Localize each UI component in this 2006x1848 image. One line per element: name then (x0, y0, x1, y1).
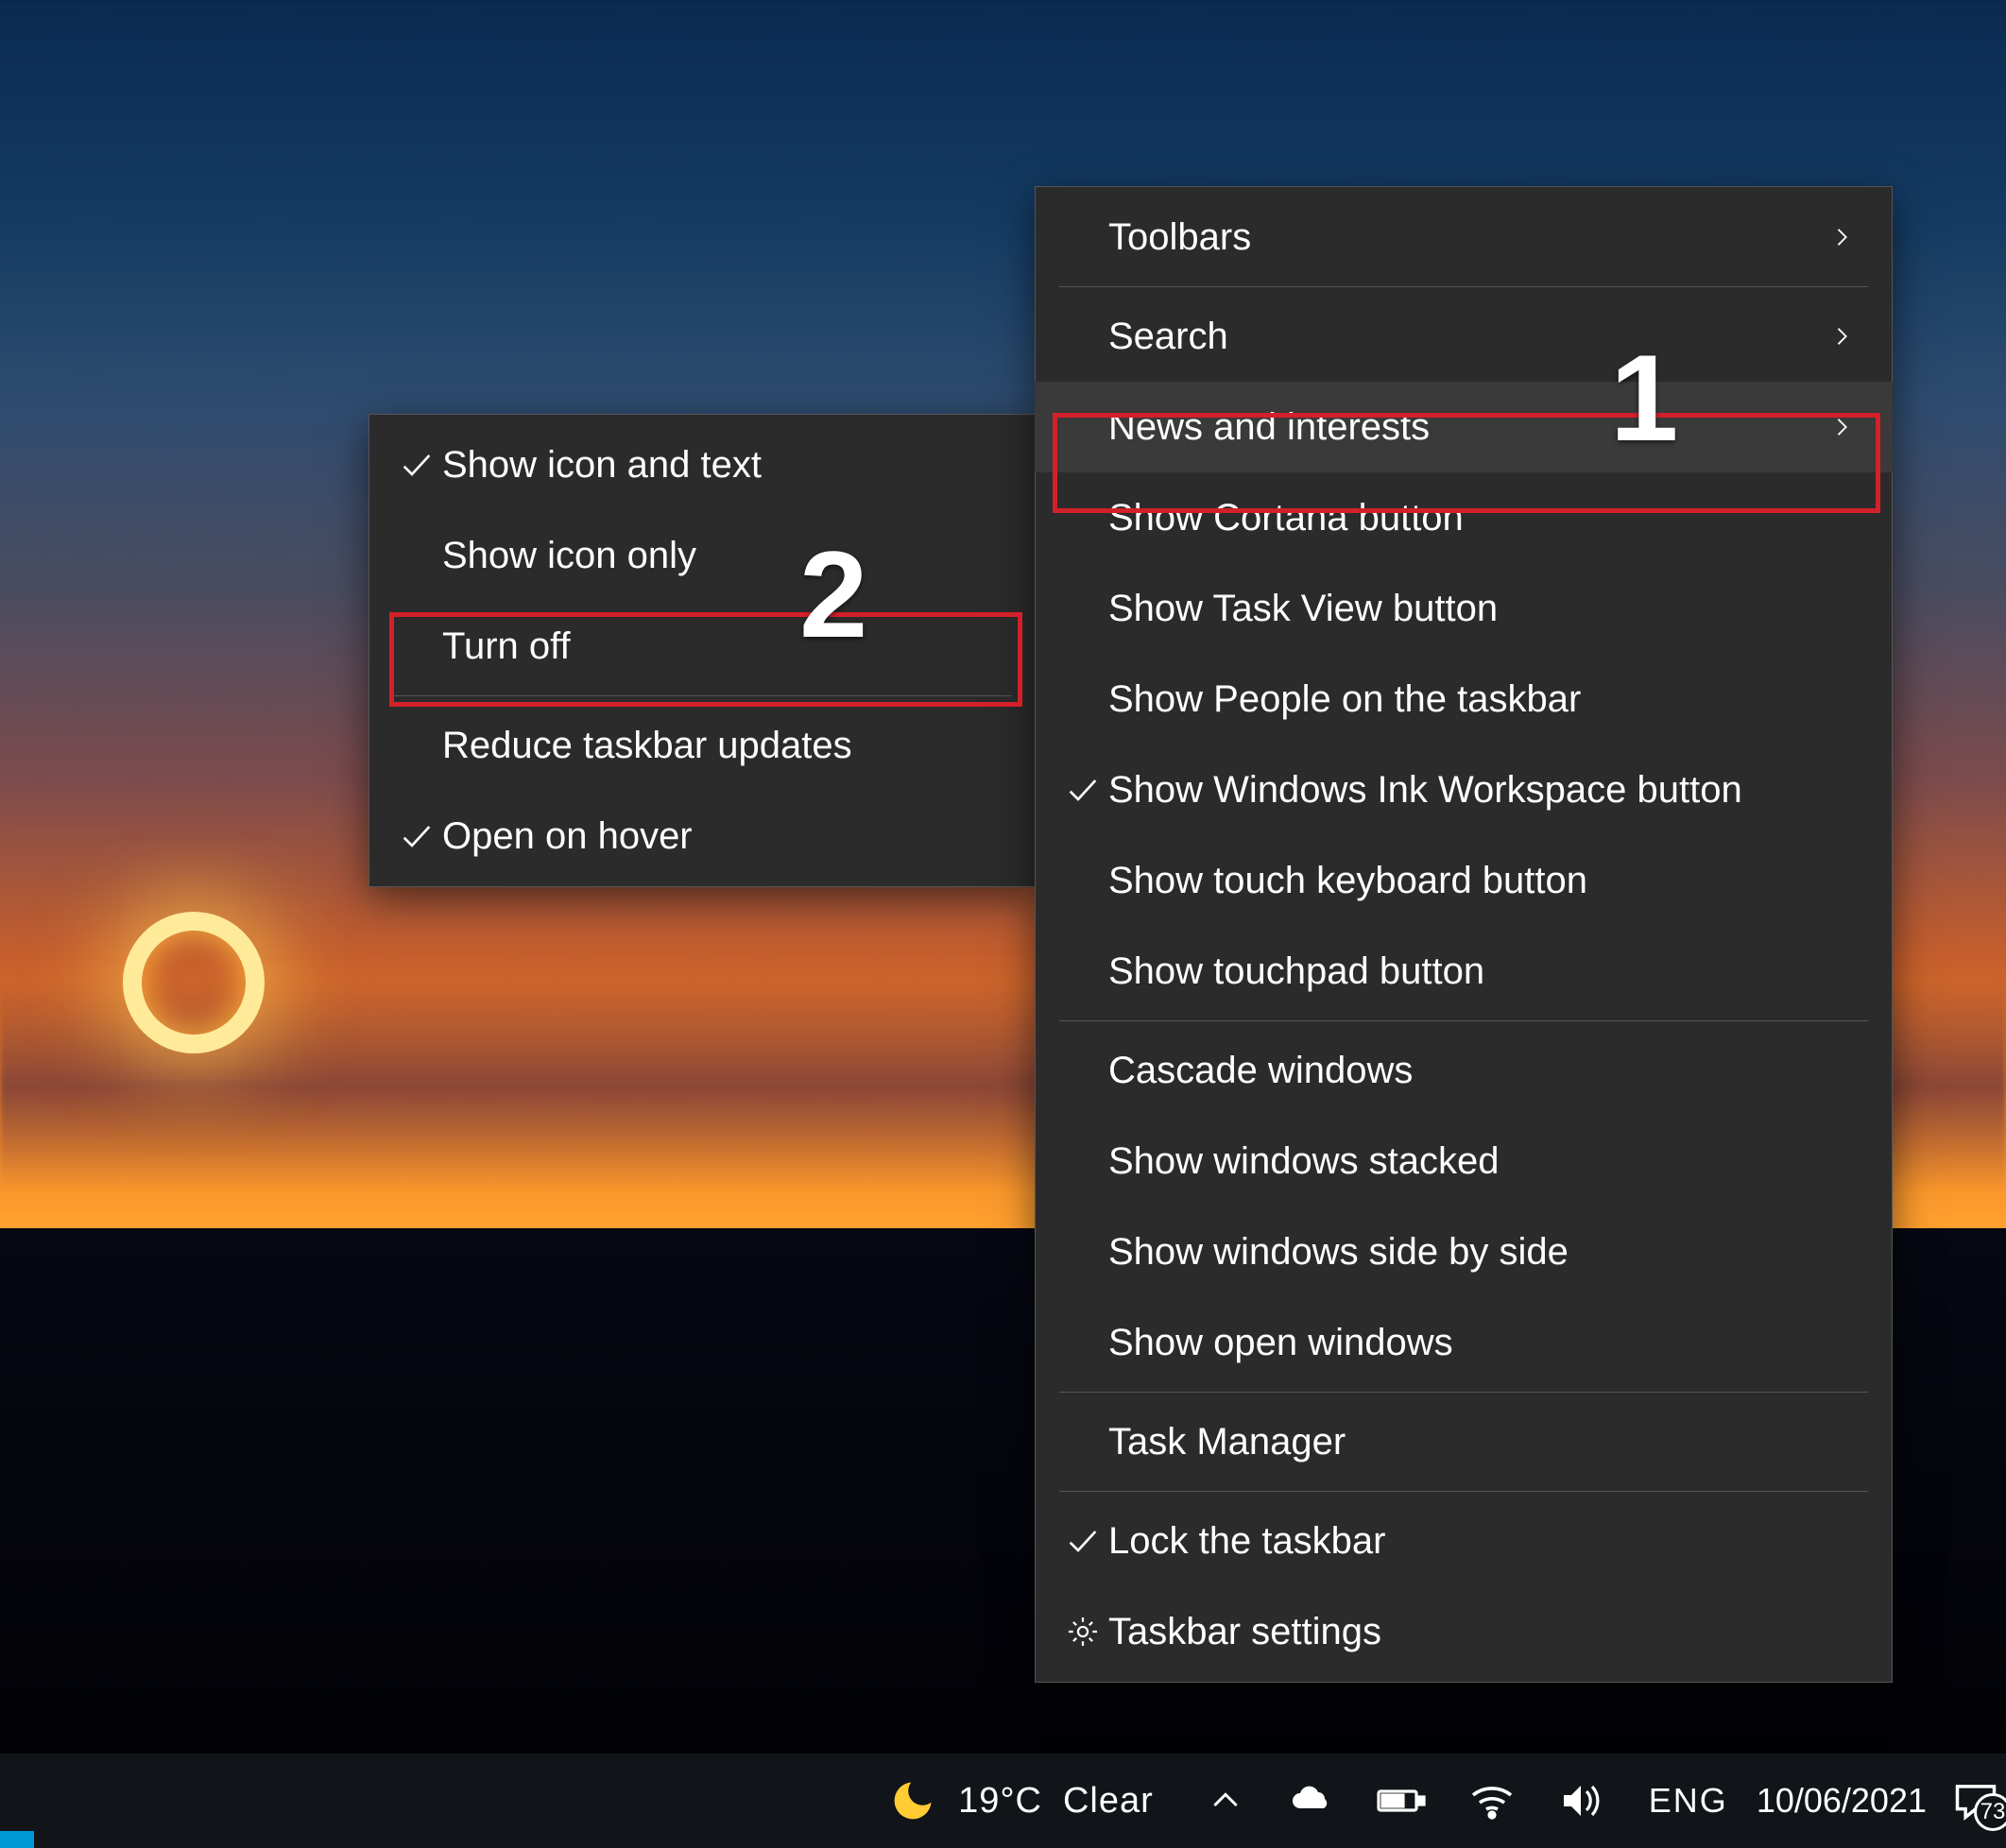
menu-item-show-people[interactable]: Show People on the taskbar (1035, 654, 1893, 744)
menu-separator (1059, 286, 1868, 287)
submenu-item-turn-off[interactable]: Turn off (369, 601, 1037, 692)
submenu-item-show-icon-and-text[interactable]: Show icon and text (369, 419, 1037, 510)
submenu-item-show-icon-only[interactable]: Show icon only (369, 510, 1037, 601)
menu-label: Toolbars (1108, 216, 1828, 259)
menu-label: Show Cortana button (1108, 497, 1860, 539)
menu-item-lock-the-taskbar[interactable]: Lock the taskbar (1035, 1496, 1893, 1586)
menu-item-show-ink-workspace[interactable]: Show Windows Ink Workspace button (1035, 744, 1893, 835)
taskbar-language[interactable]: ENG (1630, 1781, 1747, 1821)
tray-overflow-chevron-icon[interactable] (1207, 1782, 1244, 1820)
wallpaper-sun (123, 912, 265, 1053)
submenu-label: Show icon only (442, 535, 1004, 577)
notification-count-badge: 73 (1974, 1793, 2006, 1831)
menu-item-task-manager[interactable]: Task Manager (1035, 1396, 1893, 1487)
check-icon (391, 817, 442, 855)
menu-label: Search (1108, 316, 1828, 358)
menu-label: Taskbar settings (1108, 1611, 1860, 1653)
menu-item-show-open-windows[interactable]: Show open windows (1035, 1297, 1893, 1388)
menu-label: Task Manager (1108, 1421, 1860, 1463)
menu-label: Show windows side by side (1108, 1231, 1860, 1274)
menu-separator (1059, 1392, 1868, 1393)
onedrive-icon[interactable] (1288, 1782, 1333, 1820)
menu-label: Cascade windows (1108, 1050, 1860, 1092)
submenu-label: Turn off (442, 625, 1004, 668)
submenu-label: Open on hover (442, 815, 1004, 858)
taskbar-date[interactable]: 10/06/2021 (1747, 1781, 1946, 1821)
volume-icon[interactable] (1558, 1780, 1603, 1822)
menu-label: Show Windows Ink Workspace button (1108, 769, 1860, 812)
menu-item-show-windows-stacked[interactable]: Show windows stacked (1035, 1116, 1893, 1206)
chevron-right-icon (1828, 318, 1860, 354)
menu-label: Show People on the taskbar (1108, 678, 1860, 721)
menu-item-show-task-view[interactable]: Show Task View button (1035, 563, 1893, 654)
weather-condition: Clear (1063, 1781, 1154, 1822)
menu-label: Show open windows (1108, 1322, 1860, 1364)
menu-item-taskbar-settings[interactable]: Taskbar settings (1035, 1586, 1893, 1677)
submenu-item-open-on-hover[interactable]: Open on hover (369, 791, 1037, 881)
submenu-news-and-interests: Show icon and text Show icon only Turn o… (369, 414, 1037, 887)
taskbar[interactable]: 19°C Clear ENG 10/06/2021 73 (0, 1754, 2006, 1848)
menu-label: Show Task View button (1108, 588, 1860, 630)
gear-icon (1057, 1614, 1108, 1650)
action-center-icon[interactable]: 73 (1946, 1774, 2006, 1827)
check-icon (391, 446, 442, 484)
menu-label: Show windows stacked (1108, 1140, 1860, 1183)
submenu-item-reduce-updates[interactable]: Reduce taskbar updates (369, 700, 1037, 791)
menu-item-news-and-interests[interactable]: News and interests (1035, 382, 1893, 472)
menu-label: Show touch keyboard button (1108, 860, 1860, 902)
menu-label: Lock the taskbar (1108, 1520, 1860, 1563)
menu-item-show-windows-side-by-side[interactable]: Show windows side by side (1035, 1206, 1893, 1297)
moon-icon (888, 1776, 937, 1825)
menu-item-cascade-windows[interactable]: Cascade windows (1035, 1025, 1893, 1116)
taskbar-context-menu: Toolbars Search News and interests Show … (1035, 186, 1893, 1683)
menu-item-toolbars[interactable]: Toolbars (1035, 192, 1893, 282)
check-icon (1057, 1522, 1108, 1560)
system-tray (1180, 1754, 1630, 1848)
menu-item-show-cortana[interactable]: Show Cortana button (1035, 472, 1893, 563)
menu-separator (393, 695, 1012, 696)
submenu-label: Reduce taskbar updates (442, 725, 1004, 767)
chevron-right-icon (1828, 409, 1860, 445)
taskbar-weather[interactable]: 19°C Clear (862, 1754, 1180, 1848)
battery-icon[interactable] (1377, 1782, 1426, 1820)
wifi-icon[interactable] (1469, 1782, 1515, 1820)
chevron-right-icon (1828, 219, 1860, 255)
taskbar-start-stub[interactable] (0, 1831, 34, 1848)
menu-separator (1059, 1491, 1868, 1492)
menu-label: News and interests (1108, 406, 1828, 449)
submenu-label: Show icon and text (442, 444, 1004, 487)
menu-label: Show touchpad button (1108, 950, 1860, 993)
menu-separator (1059, 1020, 1868, 1021)
menu-item-show-touchpad[interactable]: Show touchpad button (1035, 926, 1893, 1017)
check-icon (1057, 771, 1108, 809)
weather-temp: 19°C (958, 1781, 1042, 1822)
menu-item-show-touch-keyboard[interactable]: Show touch keyboard button (1035, 835, 1893, 926)
menu-item-search[interactable]: Search (1035, 291, 1893, 382)
